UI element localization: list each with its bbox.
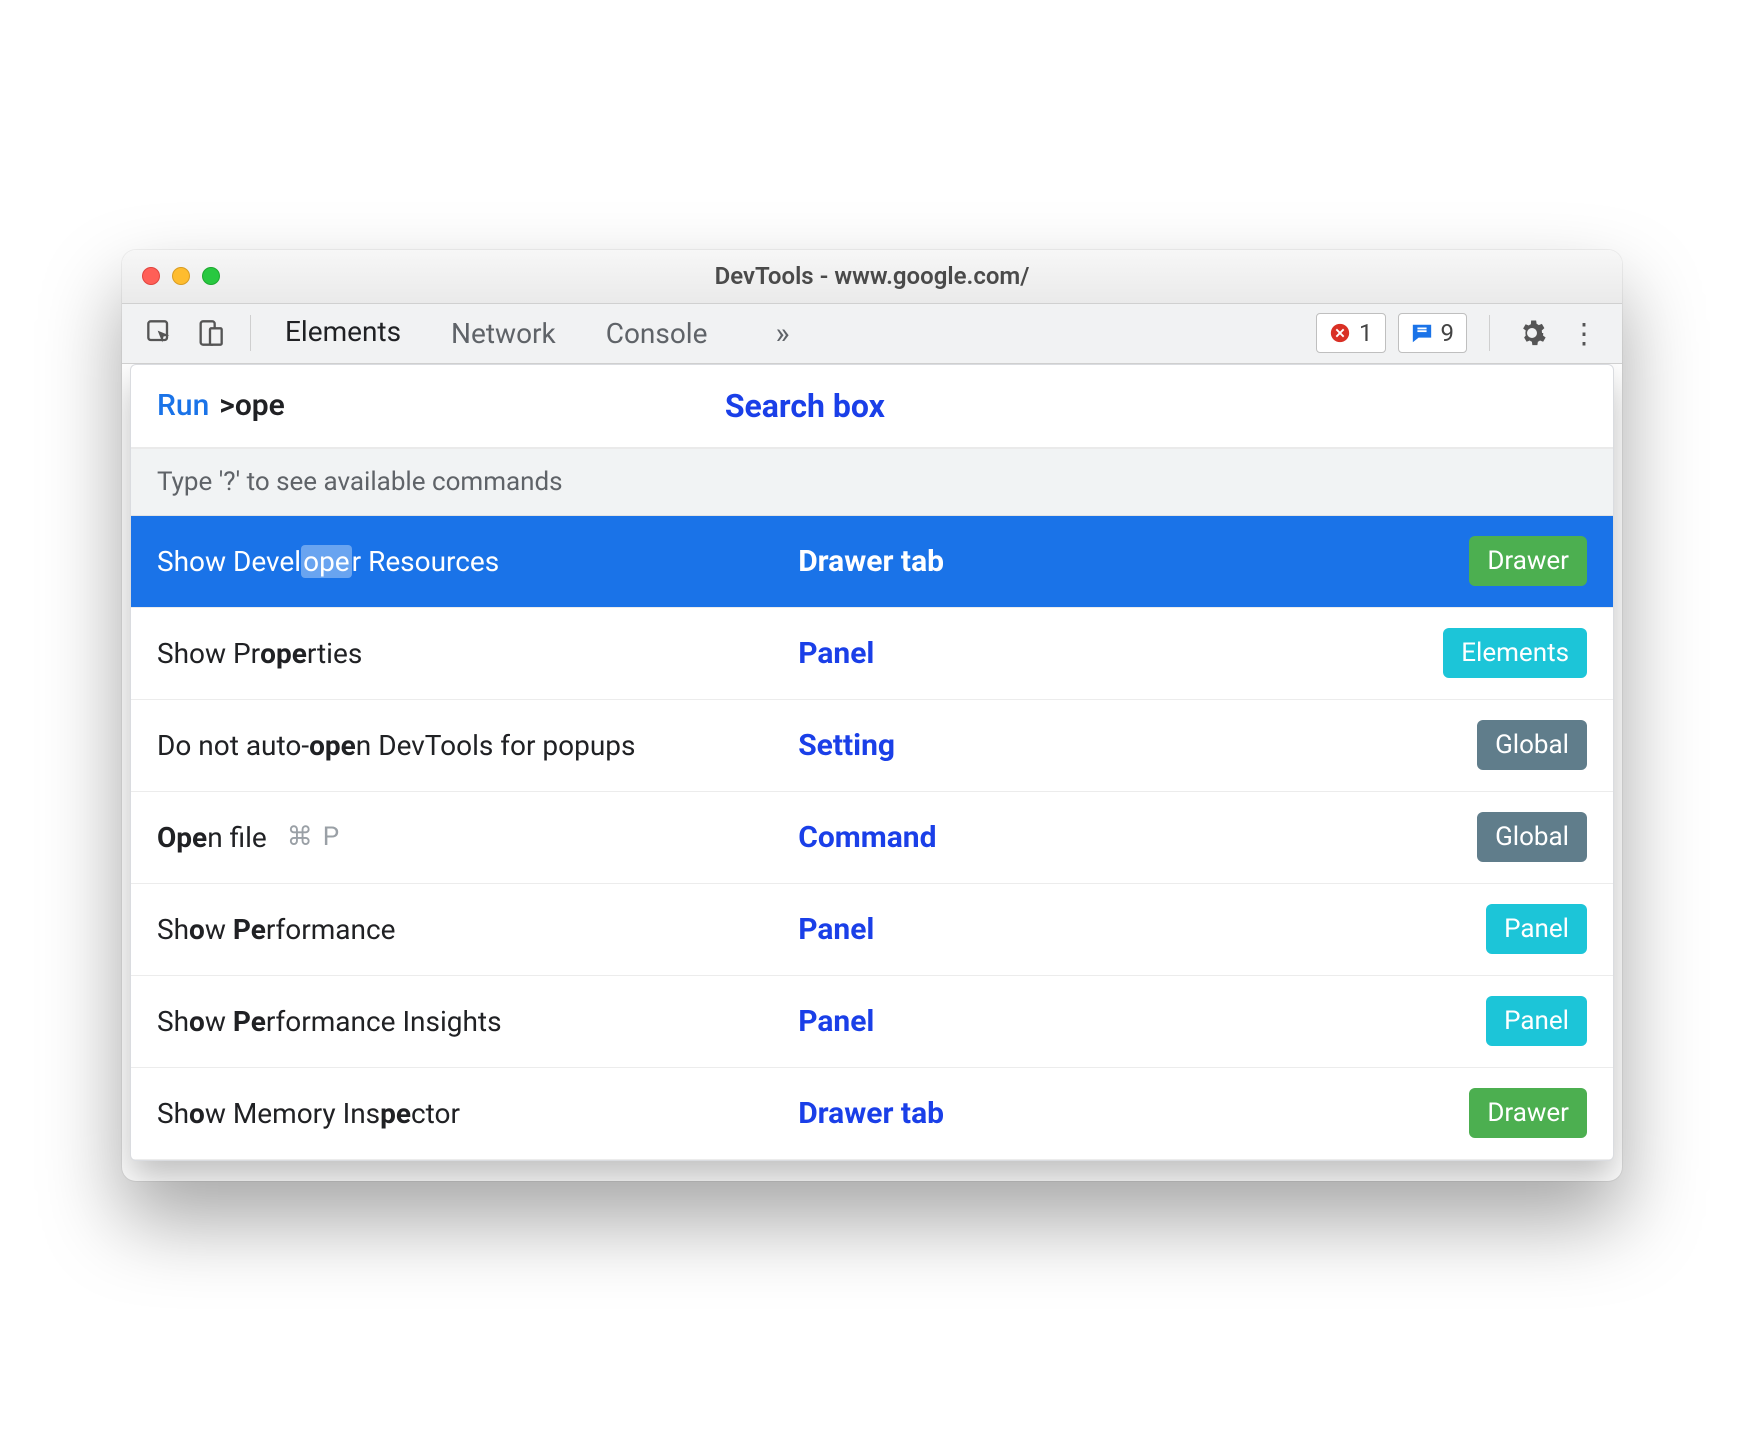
more-tabs-icon[interactable]: »	[775, 316, 789, 351]
item-tag: Global	[1477, 812, 1587, 862]
tab-console[interactable]: Console	[606, 317, 708, 350]
search-box-annotation: Search box	[725, 387, 885, 425]
item-tag: Global	[1477, 720, 1587, 770]
command-search-row[interactable]: Run >ope Search box	[131, 365, 1613, 449]
item-label: Open file ⌘ P	[157, 821, 786, 854]
item-annotation: Panel	[798, 1004, 1313, 1039]
device-toolbar-icon[interactable]	[190, 313, 230, 353]
traffic-lights	[142, 267, 220, 285]
list-item[interactable]: Open file ⌘ P Command Global	[131, 792, 1613, 884]
errors-badge[interactable]: 1	[1316, 313, 1386, 353]
issues-count: 9	[1441, 319, 1455, 347]
item-annotation: Panel	[798, 636, 1313, 671]
errors-count: 1	[1359, 319, 1373, 347]
issues-badge[interactable]: 9	[1398, 313, 1468, 353]
item-annotation: Command	[798, 820, 1313, 855]
separator	[1489, 315, 1490, 351]
item-label: Show Performance	[157, 913, 786, 946]
maximize-icon[interactable]	[202, 267, 220, 285]
list-item[interactable]: Show Properties Panel Elements	[131, 608, 1613, 700]
devtools-window: DevTools - www.google.com/ Elements Netw…	[122, 250, 1622, 1181]
close-icon[interactable]	[142, 267, 160, 285]
separator	[250, 315, 251, 351]
item-annotation: Panel	[798, 912, 1313, 947]
gear-icon[interactable]	[1512, 313, 1552, 353]
inspect-element-icon[interactable]	[140, 313, 180, 353]
list-item[interactable]: Show Developer Resources Drawer tab Draw…	[131, 516, 1613, 608]
item-tag: Elements	[1443, 628, 1587, 678]
item-label: Show Properties	[157, 637, 786, 670]
list-item[interactable]: Show Memory Inspector Drawer tab Drawer	[131, 1068, 1613, 1160]
toolbar-right: 1 9 ⋮	[1316, 313, 1604, 353]
item-tag: Panel	[1486, 904, 1587, 954]
item-label: Show Performance Insights	[157, 1005, 786, 1038]
item-annotation: Setting	[798, 728, 1313, 763]
minimize-icon[interactable]	[172, 267, 190, 285]
command-hint: Type '?' to see available commands	[131, 449, 1613, 516]
command-menu: Run >ope Search box Type '?' to see avai…	[130, 364, 1614, 1161]
kebab-icon[interactable]: ⋮	[1564, 313, 1604, 353]
item-label: Show Memory Inspector	[157, 1097, 786, 1130]
item-tag: Drawer	[1469, 1088, 1587, 1138]
item-label: Show Developer Resources	[157, 545, 786, 578]
tab-elements[interactable]: Elements	[285, 315, 401, 351]
list-item[interactable]: Show Performance Insights Panel Panel	[131, 976, 1613, 1068]
window-title: DevTools - www.google.com/	[122, 262, 1622, 290]
shortcut: ⌘ P	[287, 822, 339, 852]
item-tag: Panel	[1486, 996, 1587, 1046]
tab-network[interactable]: Network	[451, 317, 556, 350]
command-input[interactable]: >ope	[219, 388, 285, 423]
command-list: Show Developer Resources Drawer tab Draw…	[131, 516, 1613, 1160]
item-annotation: Drawer tab	[798, 1096, 1313, 1131]
run-label: Run	[157, 388, 209, 423]
item-label: Do not auto-open DevTools for popups	[157, 729, 786, 762]
cmd-key-icon: ⌘	[287, 822, 313, 852]
list-item[interactable]: Show Performance Panel Panel	[131, 884, 1613, 976]
panel-tabs: Elements Network Console »	[285, 315, 790, 351]
item-tag: Drawer	[1469, 536, 1587, 586]
item-annotation: Drawer tab	[798, 544, 1313, 579]
devtools-toolbar: Elements Network Console » 1 9 ⋮	[122, 304, 1622, 364]
titlebar: DevTools - www.google.com/	[122, 250, 1622, 304]
list-item[interactable]: Do not auto-open DevTools for popups Set…	[131, 700, 1613, 792]
